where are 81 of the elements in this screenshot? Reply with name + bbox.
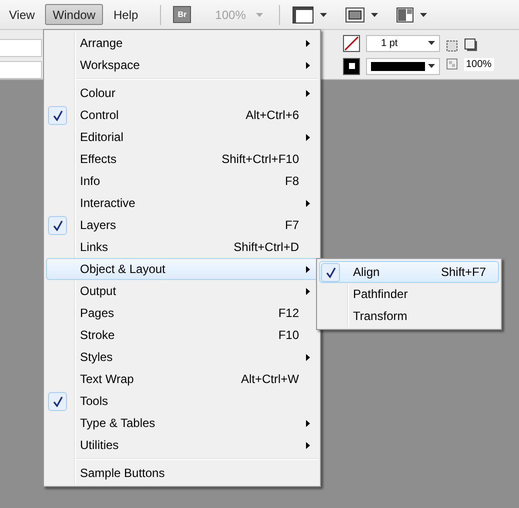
caret-icon — [428, 64, 435, 68]
opacity-icon — [446, 58, 458, 70]
shortcut-text: Alt+Ctrl+6 — [246, 108, 299, 122]
menu-item-label: Effects — [79, 152, 118, 166]
menu-item-label: Links — [79, 240, 110, 254]
menu-item-label: Arrange — [79, 36, 124, 50]
menu-item-label: Align — [352, 265, 381, 279]
checkmark-icon — [52, 396, 62, 406]
menu-item-label: Text Wrap — [79, 372, 135, 386]
menu-item-label: Pages — [79, 306, 116, 320]
menu-bar-item[interactable]: View — [1, 4, 43, 25]
menu-item[interactable]: Type & Tables — [46, 412, 318, 434]
menu-bar-item[interactable]: Window — [44, 4, 104, 25]
menu-item-label: Interactive — [79, 196, 136, 210]
menu-item[interactable]: Text Wrap Alt+Ctrl+W — [46, 368, 318, 390]
shortcut-text: F12 — [278, 306, 299, 320]
menu-item-label: Object & Layout — [79, 262, 166, 276]
menu-item-label: Control — [79, 108, 120, 122]
caret-icon — [428, 41, 435, 45]
menu-item-label: Stroke — [79, 328, 116, 342]
view-options-icon[interactable] — [292, 6, 314, 24]
caret-icon — [370, 12, 378, 16]
menu-item-label: Output — [79, 284, 118, 298]
menu-item[interactable]: Arrange — [46, 32, 318, 54]
menu-item-label: Type & Tables — [79, 416, 156, 430]
menu-item-label: Transform — [352, 309, 408, 323]
menu-item[interactable]: Sample Buttons — [46, 462, 318, 484]
shortcut-text: F10 — [278, 328, 299, 342]
menu-item[interactable]: Interactive — [46, 192, 318, 214]
menu-item[interactable]: Pathfinder — [319, 283, 499, 305]
shortcut-text: Shift+Ctrl+D — [234, 240, 299, 254]
drop-shadow-icon[interactable] — [464, 38, 478, 52]
stroke-type-dropdown[interactable] — [366, 58, 440, 74]
menu-item-label: Editorial — [79, 130, 124, 144]
menu-item[interactable]: Styles — [46, 346, 318, 368]
menu-item[interactable]: Pages F12 — [46, 302, 318, 324]
checkmark-icon — [52, 220, 62, 230]
menu-item[interactable]: Workspace — [46, 54, 318, 76]
effects-icon[interactable] — [446, 40, 458, 52]
caret-icon — [420, 12, 427, 16]
menu-item[interactable]: Colour — [46, 82, 318, 104]
shortcut-text: Shift+Ctrl+F10 — [222, 152, 299, 166]
input-field[interactable] — [0, 39, 42, 57]
opacity-value[interactable]: 100% — [464, 58, 494, 71]
checkmark-icon — [326, 266, 336, 278]
menu-item[interactable]: Info F8 — [46, 170, 318, 192]
menu-item[interactable]: Output — [46, 280, 318, 302]
menu-item-label: Tools — [79, 394, 110, 408]
menu-item[interactable]: Editorial — [46, 126, 318, 148]
menu-item[interactable]: Links Shift+Ctrl+D — [46, 236, 318, 258]
checkmark-icon — [52, 110, 62, 120]
menu-item[interactable]: Object & Layout — [46, 258, 318, 280]
menu-item[interactable]: Stroke F10 — [46, 324, 318, 346]
menu-item-label: Info — [79, 174, 102, 188]
menu-item[interactable]: Transform — [319, 305, 499, 327]
shortcut-text: Alt+Ctrl+W — [240, 372, 299, 386]
fill-swatch[interactable] — [343, 58, 360, 74]
menu-item[interactable]: Align Shift+F7 — [319, 261, 499, 283]
input-field[interactable] — [0, 61, 42, 79]
menu-item-label: Workspace — [79, 58, 141, 72]
menu-item[interactable]: Tools — [46, 390, 318, 412]
menu-item[interactable]: Effects Shift+Ctrl+F10 — [46, 148, 318, 170]
layout-icon[interactable] — [396, 6, 414, 22]
menu-item-label: Colour — [79, 86, 116, 100]
caret-icon — [320, 12, 327, 16]
menu-item-label: Sample Buttons — [79, 466, 166, 480]
menu-item[interactable]: Layers F7 — [46, 214, 318, 236]
stroke-weight-dropdown[interactable]: 1 pt — [366, 34, 440, 52]
menu-item-label: Pathfinder — [352, 287, 409, 301]
caret-icon — [256, 12, 263, 16]
menu-item[interactable]: Utilities — [46, 434, 318, 456]
menu-bar-item[interactable]: Help — [105, 4, 146, 25]
menu-item-label: Layers — [79, 218, 118, 232]
menu-item-label: Utilities — [79, 438, 120, 452]
menu-item[interactable]: Control Alt+Ctrl+6 — [46, 104, 318, 126]
menu-item-label: Styles — [79, 350, 114, 364]
screen-mode-icon[interactable] — [344, 6, 365, 22]
shortcut-text: F8 — [284, 174, 299, 188]
shortcut-text: Shift+F7 — [440, 265, 486, 279]
stroke-swatch[interactable] — [343, 34, 360, 52]
shortcut-text: F7 — [284, 218, 299, 232]
